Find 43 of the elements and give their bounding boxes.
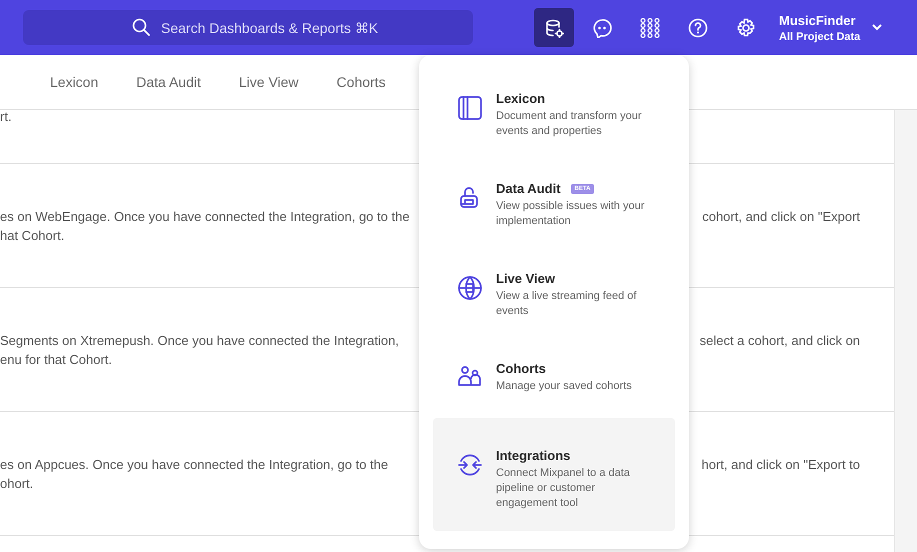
description-text: Segments on Xtremepush. Once you have connected the Integration, bbox=[0, 332, 399, 348]
search-icon bbox=[132, 18, 150, 36]
tab[interactable]: Live View bbox=[226, 66, 311, 98]
menu-item[interactable]: Cohorts Manage your saved cohorts bbox=[433, 339, 675, 414]
project-name: MusicFinder bbox=[779, 12, 857, 28]
menu-item[interactable]: Lexicon Document and transform your events and properties bbox=[433, 69, 675, 159]
description-text: rt. bbox=[0, 108, 12, 125]
search-field[interactable]: Search Dashboards & Reports ⌘K bbox=[23, 10, 473, 45]
database-icon bbox=[544, 18, 564, 38]
settings-icon bbox=[736, 18, 756, 38]
arrows-circle-icon bbox=[457, 452, 483, 478]
book-icon bbox=[457, 95, 483, 121]
apps-grid-icon bbox=[640, 18, 660, 38]
menu-item-description: Document and transform your events and properties bbox=[496, 109, 643, 139]
toolbar-button[interactable] bbox=[534, 8, 574, 47]
description-text: hat Cohort. bbox=[0, 226, 64, 244]
tab[interactable]: Data Audit bbox=[124, 66, 213, 98]
menu-item-description: Manage your saved cohorts bbox=[496, 379, 633, 394]
description-text: select a cohort, and click on bbox=[700, 332, 860, 348]
menu-item[interactable]: Integrations Connect Mixpanel to a data pipeline or customer engagement tool bbox=[433, 418, 675, 531]
menu-item-title: Integrations bbox=[496, 448, 570, 463]
menu-item-title: Cohorts bbox=[496, 361, 546, 376]
menu-item-description: View possible issues with your implementation bbox=[496, 199, 646, 229]
description-text: enu for that Cohort. bbox=[0, 350, 112, 368]
menu-item-title: Data Audit bbox=[496, 181, 561, 196]
tab[interactable]: Lexicon bbox=[38, 66, 110, 98]
description-text: ohort. bbox=[0, 474, 34, 492]
menu-item-title: Live View bbox=[496, 271, 556, 286]
tab[interactable]: Cohorts bbox=[324, 66, 398, 98]
description-text: hort, and click on "Export to bbox=[702, 456, 860, 472]
project-switcher[interactable]: MusicFinder All Project Data bbox=[779, 12, 882, 42]
menu-item-description: Connect Mixpanel to a data pipeline or customer engagement tool bbox=[496, 466, 631, 511]
help-icon bbox=[688, 18, 708, 38]
menu-item[interactable]: Live View View a live streaming feed of events bbox=[433, 249, 675, 339]
chevron-down-icon bbox=[872, 24, 882, 31]
project-scope: All Project Data bbox=[779, 30, 860, 42]
chat-bubble-icon bbox=[592, 18, 612, 38]
globe-icon bbox=[457, 275, 483, 301]
menu-item-description: View a live streaming feed of events bbox=[496, 289, 638, 319]
description-text: es on Appcues. Once you have connected the Integration, go to the bbox=[0, 456, 388, 472]
description-text: es on WebEngage. Once you have connected the Integration, go to the bbox=[0, 208, 410, 224]
description-text: cohort, and click on "Export bbox=[702, 208, 860, 224]
menu-item-title: Lexicon bbox=[496, 91, 546, 106]
